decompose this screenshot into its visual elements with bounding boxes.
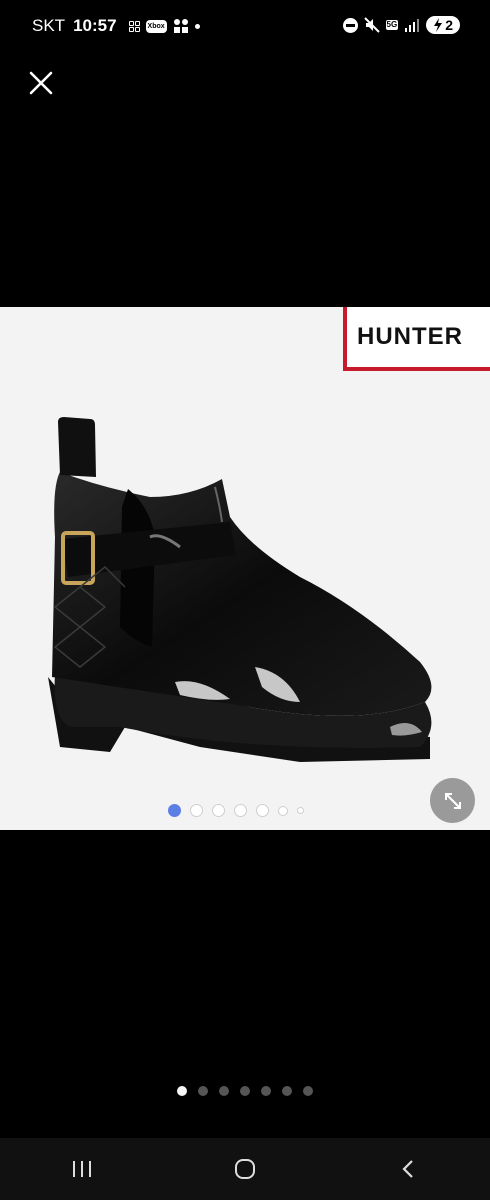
status-bar: SKT 10:57 Xbox 5G 2	[0, 0, 490, 56]
notification-icons: Xbox	[128, 18, 200, 34]
back-icon	[402, 1160, 414, 1178]
home-icon	[234, 1159, 255, 1179]
people-icon	[173, 19, 188, 33]
gallery-pager-dot[interactable]	[303, 1086, 313, 1096]
recent-apps-icon	[72, 1161, 91, 1177]
gallery-pager-dot[interactable]	[198, 1086, 208, 1096]
expand-icon	[444, 792, 461, 809]
close-button[interactable]	[24, 66, 58, 100]
status-left: SKT 10:57 Xbox	[32, 16, 200, 36]
battery-indicator: 2	[426, 16, 460, 34]
gallery-pager-dot[interactable]	[177, 1086, 187, 1096]
image-pager-dot[interactable]	[168, 804, 181, 817]
gallery-pager-dot[interactable]	[219, 1086, 229, 1096]
app-grid-icon	[128, 20, 140, 32]
gallery-pager-dot[interactable]	[261, 1086, 271, 1096]
gallery-pager-dot[interactable]	[282, 1086, 292, 1096]
gallery-pager-dot[interactable]	[240, 1086, 250, 1096]
system-nav-bar	[0, 1138, 490, 1200]
image-pager-dot[interactable]	[278, 805, 288, 816]
image-pager-dot[interactable]	[234, 804, 247, 817]
charging-icon	[434, 18, 443, 32]
image-pager-dot[interactable]	[212, 804, 225, 817]
image-pager-dot[interactable]	[297, 807, 304, 814]
more-notifications-dot	[194, 23, 200, 29]
mute-icon	[363, 17, 380, 33]
network-type-badge: 5G	[385, 20, 399, 30]
image-pager	[168, 804, 304, 817]
close-icon	[29, 71, 53, 95]
battery-label: 2	[445, 17, 453, 33]
product-image[interactable]: HUNTER	[0, 307, 490, 830]
image-pager-dot[interactable]	[190, 804, 203, 817]
carrier-label: SKT	[32, 16, 66, 35]
status-right: 5G 2	[342, 16, 460, 34]
boot-illustration	[48, 417, 432, 762]
back-button[interactable]	[378, 1144, 438, 1194]
home-button[interactable]	[215, 1144, 275, 1194]
image-pager-dot[interactable]	[256, 804, 269, 817]
do-not-disturb-icon	[342, 17, 358, 33]
gallery-pager	[177, 1086, 313, 1096]
xbox-icon: Xbox	[145, 19, 167, 33]
clock: 10:57	[73, 16, 117, 35]
expand-button[interactable]	[430, 778, 475, 823]
recent-apps-button[interactable]	[52, 1144, 112, 1194]
signal-icon	[405, 19, 420, 32]
